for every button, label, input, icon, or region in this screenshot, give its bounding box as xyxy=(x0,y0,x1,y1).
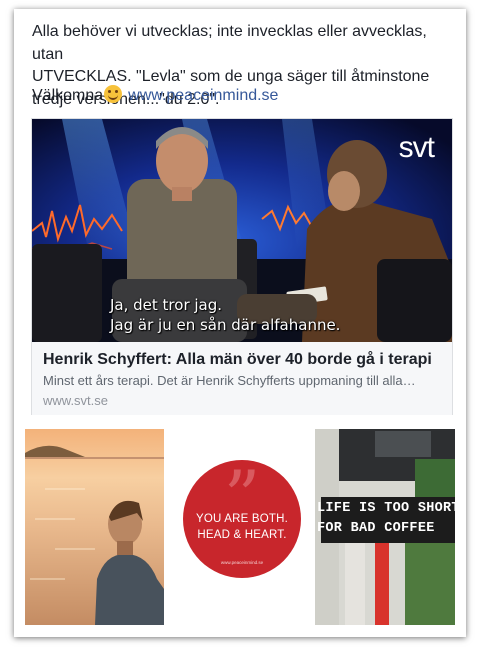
quote-line: HEAD & HEART. xyxy=(197,529,287,541)
post-card: Alla behöver vi utvecklas; inte inveckla… xyxy=(14,9,466,637)
smiley-emoji-icon xyxy=(104,85,123,103)
preview-title[interactable]: Henrik Schyffert: Alla män över 40 borde… xyxy=(43,350,441,370)
video-subtitle: Ja, det tror jag. Jag är ju en sån där a… xyxy=(110,295,340,335)
quote-thumbnail[interactable]: ” YOU ARE BOTH. HEAD & HEART. www.peacei… xyxy=(169,429,309,625)
preview-domain: www.svt.se xyxy=(43,393,109,408)
svt-logo: svt xyxy=(398,131,435,164)
sunset-photo xyxy=(25,429,164,625)
link-preview[interactable]: svt Ja, det tror jag. Jag är ju en sån d… xyxy=(31,118,453,415)
preview-description: Minst ett års terapi. Det är Henrik Schy… xyxy=(43,373,416,388)
quote-line: YOU ARE BOTH. xyxy=(195,513,289,525)
sign-line: FOR BAD COFFEE xyxy=(317,521,435,536)
website-link[interactable]: www.peaceinmind.se xyxy=(128,87,278,104)
quote-circle: ” YOU ARE BOTH. HEAD & HEART. www.peacei… xyxy=(183,460,301,578)
preview-image: svt Ja, det tror jag. Jag är ju en sån d… xyxy=(32,119,452,342)
subtitle-line: Ja, det tror jag. xyxy=(110,296,223,314)
photo-thumbnail-sunset[interactable] xyxy=(25,429,164,625)
sign-line: LIFE IS TOO SHORT xyxy=(317,501,455,516)
greeting-text: Välkomna xyxy=(32,87,104,104)
subtitle-line: Jag är ju en sån där alfahanne. xyxy=(110,316,341,334)
photo-thumbnail-coffee-sign[interactable]: LIFE IS TOO SHORT FOR BAD COFFEE xyxy=(315,429,455,625)
quote-site: www.peaceinmind.se xyxy=(220,560,264,565)
post-text-line: Alla behöver vi utvecklas; inte inveckla… xyxy=(32,23,427,63)
preview-meta: Henrik Schyffert: Alla män över 40 borde… xyxy=(32,342,452,415)
greeting-line: Välkomna www.peaceinmind.se xyxy=(32,85,278,105)
